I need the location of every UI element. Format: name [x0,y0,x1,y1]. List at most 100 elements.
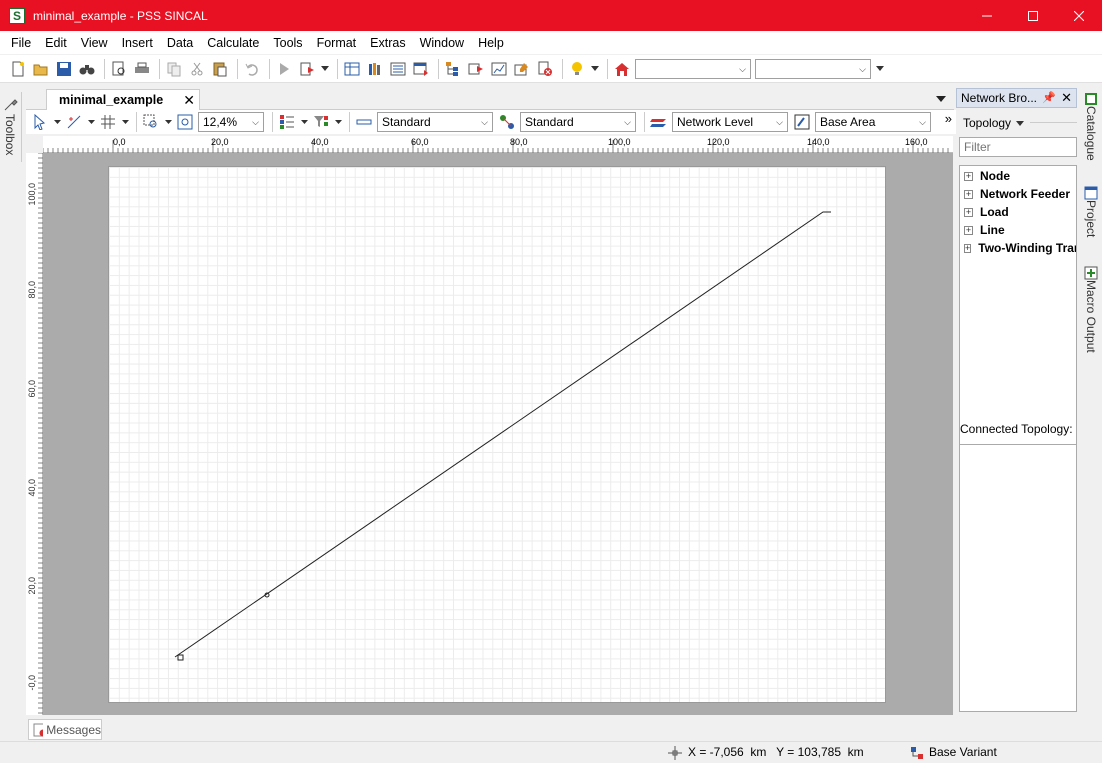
toolbar-overflow-icon[interactable]: » [945,111,952,126]
minimize-button[interactable] [964,0,1010,31]
paste-button[interactable] [210,59,230,79]
expand-icon[interactable]: + [964,225,973,235]
tree-item-two-winding-transformer[interactable]: + Two-Winding Tran [964,239,1076,257]
run-button[interactable] [274,59,294,79]
play-icon [280,62,289,75]
tree-item-node[interactable]: + Node [964,167,1010,185]
zoom-fit-button[interactable] [175,112,195,132]
tree-button[interactable] [443,59,463,79]
tree-item-network-feeder[interactable]: + Network Feeder [964,185,1070,203]
chevron-down-icon [300,119,308,124]
close-panel-icon[interactable]: ✕ [1061,90,1072,106]
home-button[interactable] [612,59,632,79]
layers-button[interactable] [277,112,297,132]
filter-input[interactable] [959,137,1077,157]
new-file-button[interactable] [8,59,28,79]
find-button[interactable] [77,59,97,79]
table-view-button[interactable] [342,59,362,79]
tab-list-dropdown-icon[interactable] [936,96,946,102]
maximize-button[interactable] [1010,0,1056,31]
tip-button[interactable] [567,59,587,79]
variant-name: Base Variant [929,745,997,759]
expand-icon[interactable]: + [964,189,973,199]
connect-tool-button[interactable] [64,112,84,132]
undo-button[interactable] [242,59,262,79]
menu-tools[interactable]: Tools [266,36,309,50]
chevron-down-icon: ⌵ [252,117,259,127]
print-preview-button[interactable] [109,59,129,79]
toolbox-tab[interactable]: Toolbox [0,92,22,162]
home-icon [615,62,629,76]
export-button[interactable] [466,59,486,79]
topology-dropdown[interactable]: Topology [963,116,1025,130]
grid-dropdown[interactable] [121,112,129,132]
print-button[interactable] [132,59,152,79]
menu-edit[interactable]: Edit [38,36,74,50]
chevron-down-icon [53,119,61,124]
zoom-dropdown[interactable] [164,112,172,132]
network-line[interactable] [174,211,831,658]
network-node-start[interactable] [177,654,184,661]
tab-project[interactable]: Project [1081,186,1101,237]
ruler-h-label: 80,0 [510,137,528,147]
menu-help[interactable]: Help [471,36,511,50]
drawing-page[interactable] [108,166,886,703]
toolbar-separator [104,58,105,79]
binoculars-icon [79,64,95,74]
copy-button[interactable] [164,59,184,79]
menu-format[interactable]: Format [310,36,364,50]
chevron-down-icon: ⌵ [481,117,488,127]
execute-button[interactable] [297,59,317,79]
connect-tool-dropdown[interactable] [87,112,95,132]
tip-dropdown[interactable] [590,59,600,79]
expand-icon[interactable]: + [964,171,973,181]
tab-macro-output[interactable]: Macro Output [1081,266,1101,353]
menu-insert[interactable]: Insert [115,36,160,50]
menu-data[interactable]: Data [160,36,200,50]
filter-dropdown[interactable] [334,112,342,132]
menu-extras[interactable]: Extras [363,36,412,50]
grid-button[interactable] [98,112,118,132]
zoom-window-button[interactable] [141,112,161,132]
variant-select-1[interactable]: ⌵ [635,58,751,79]
menu-window[interactable]: Window [413,36,471,50]
delete-doc-button[interactable] [535,59,555,79]
close-window-button[interactable] [1056,0,1102,31]
expand-icon[interactable]: + [964,243,972,253]
tree-item-load[interactable]: + Load [964,203,1009,221]
area-select[interactable]: Base Area ⌵ [815,112,931,132]
messages-tab[interactable]: Messages [28,719,102,740]
zoom-window-icon [143,114,157,128]
image-button[interactable] [512,59,532,79]
open-button[interactable] [31,59,51,79]
list-view-button[interactable] [388,59,408,79]
tree-item-line[interactable]: + Line [964,221,1005,239]
line-style-select[interactable]: Standard ⌵ [377,112,493,132]
library-button[interactable] [365,59,385,79]
menu-file[interactable]: File [4,36,38,50]
filter-button[interactable] [311,112,331,132]
network-level-select[interactable]: Network Level ⌵ [672,112,788,132]
toolbar-overflow-button[interactable] [875,59,885,79]
chart-button[interactable] [489,59,509,79]
app-icon[interactable]: S [9,7,25,24]
close-tab-icon[interactable]: ✕ [183,92,195,109]
select-tool-button[interactable] [30,112,50,132]
pin-icon[interactable]: 📌 [1042,91,1056,104]
select-tool-dropdown[interactable] [53,112,61,132]
window-button[interactable] [411,59,431,79]
image-edit-icon [514,62,528,75]
symbol-style-select[interactable]: Standard ⌵ [520,112,636,132]
menu-view[interactable]: View [74,36,115,50]
expand-icon[interactable]: + [964,207,973,217]
connected-topology-list[interactable] [959,444,1077,712]
tab-catalogue[interactable]: Catalogue [1081,92,1101,161]
tab-minimal-example[interactable]: minimal_example ✕ [46,89,200,110]
save-button[interactable] [54,59,74,79]
execute-dropdown[interactable] [320,59,330,79]
cut-button[interactable] [187,59,207,79]
zoom-level-select[interactable]: 12,4% ⌵ [198,112,264,132]
variant-select-2[interactable]: ⌵ [755,58,871,79]
menu-calculate[interactable]: Calculate [200,36,266,50]
layers-dropdown[interactable] [300,112,308,132]
